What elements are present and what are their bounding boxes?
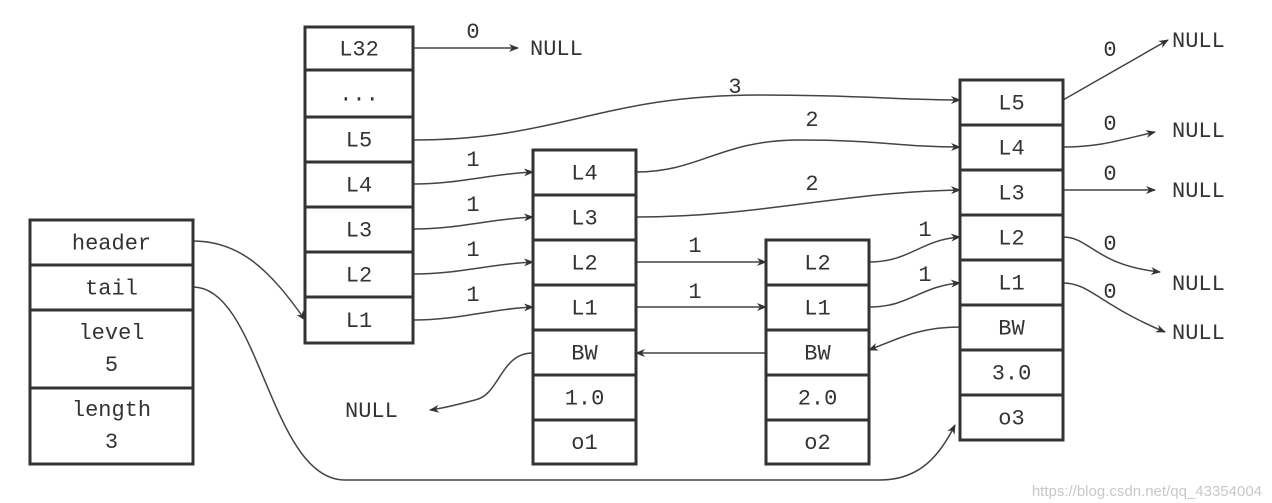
cell-label: BW bbox=[998, 317, 1025, 342]
cell-label: L4 bbox=[998, 137, 1024, 162]
cell-label: L1 bbox=[998, 272, 1024, 297]
cell-label: o1 bbox=[571, 431, 597, 456]
null-label: NULL bbox=[1172, 272, 1225, 297]
cell-label: o3 bbox=[998, 407, 1024, 432]
cell-label: L5 bbox=[998, 92, 1024, 117]
span-label: 3 bbox=[728, 75, 741, 100]
span-label: 2 bbox=[805, 108, 818, 133]
pointer-arrow-h-l1 bbox=[412, 303, 534, 321]
span-label: 0 bbox=[1103, 232, 1116, 257]
nodes: headertaillevel 5length 3L32...L5L4L3L2L1L… bbox=[28, 25, 1065, 466]
null-label: NULL bbox=[530, 37, 583, 62]
watermark: https://blog.csdn.net/qq_43354004 bbox=[1032, 483, 1262, 500]
null-label: NULL bbox=[1172, 29, 1225, 54]
header-pointer-arrow bbox=[192, 240, 306, 321]
pointer-arrow-n1-l3 bbox=[635, 186, 961, 218]
span-label: 0 bbox=[1103, 112, 1116, 137]
cell-label: L3 bbox=[998, 182, 1024, 207]
span-label: 1 bbox=[466, 148, 479, 173]
null-label: NULL bbox=[345, 399, 398, 424]
pointer-arrow-h-l4 bbox=[412, 168, 534, 185]
node2: L2 L1 BW 2.0 o2 bbox=[764, 238, 871, 466]
node1: L4 L3 L2 L1 BW 1.0 o1 bbox=[531, 148, 638, 466]
span-label: 0 bbox=[1103, 38, 1116, 63]
pointer-arrow-h-l2 bbox=[412, 258, 534, 275]
pointer-arrow-h-l3 bbox=[412, 213, 534, 230]
span-label: 1 bbox=[688, 280, 701, 305]
cell-label: 1.0 bbox=[565, 387, 605, 412]
null-label: NULL bbox=[1172, 179, 1225, 204]
span-label: 1 bbox=[466, 283, 479, 308]
cell-label: L1 bbox=[346, 309, 372, 334]
backward-arrow-node1 bbox=[429, 352, 534, 413]
cell-label: L4 bbox=[571, 162, 597, 187]
backward-arrow-node3 bbox=[868, 326, 961, 351]
pointer-arrow-n1-l4 bbox=[635, 139, 961, 173]
span-label: 0 bbox=[1103, 162, 1116, 187]
header-node: L32... L5 L4 L3 L2 L1 bbox=[303, 25, 415, 345]
cell-label: L3 bbox=[571, 207, 597, 232]
cell-label: L32 bbox=[339, 38, 379, 63]
span-label: 2 bbox=[805, 172, 818, 197]
span-label: 1 bbox=[918, 218, 931, 243]
cell-label: 2.0 bbox=[798, 387, 838, 412]
cell-label: L1 bbox=[571, 297, 597, 322]
cell-label: header bbox=[72, 232, 151, 257]
cell-label: L2 bbox=[346, 264, 372, 289]
cell-label: L2 bbox=[804, 252, 830, 277]
span-label: 1 bbox=[466, 238, 479, 263]
pointer-arrow-h-l5 bbox=[412, 94, 961, 141]
null-label: NULL bbox=[1172, 321, 1225, 346]
list-struct: headertaillevel 5length 3 bbox=[28, 218, 195, 466]
cell-label: L4 bbox=[346, 174, 372, 199]
span-label: 1 bbox=[918, 263, 931, 288]
span-label: 0 bbox=[466, 20, 479, 45]
cell-label: L5 bbox=[346, 129, 372, 154]
cell-label: 3.0 bbox=[992, 362, 1032, 387]
null-label: NULL bbox=[1172, 119, 1225, 144]
span-label: 0 bbox=[1103, 280, 1116, 305]
span-label: 1 bbox=[688, 234, 701, 259]
cell-label: BW bbox=[804, 342, 831, 367]
cell-label: ... bbox=[339, 83, 379, 108]
cell-label: L3 bbox=[346, 219, 372, 244]
pointer-arrow-n2-l1 bbox=[868, 279, 961, 308]
cell-label: L1 bbox=[804, 297, 830, 322]
cell-label: BW bbox=[571, 342, 598, 367]
cell-label: L2 bbox=[998, 227, 1024, 252]
span-label: 1 bbox=[466, 193, 479, 218]
cell-label: o2 bbox=[804, 431, 830, 456]
cell-label: tail bbox=[85, 277, 138, 302]
pointer-arrow-n2-l2 bbox=[868, 233, 961, 263]
node3: L5 L4 L3 L2 L1 BW 3.0 o3 bbox=[958, 78, 1065, 442]
skiplist-diagram: headertaillevel 5length 3L32...L5L4L3L2L1L… bbox=[28, 20, 1262, 500]
cell-label: L2 bbox=[571, 252, 597, 277]
